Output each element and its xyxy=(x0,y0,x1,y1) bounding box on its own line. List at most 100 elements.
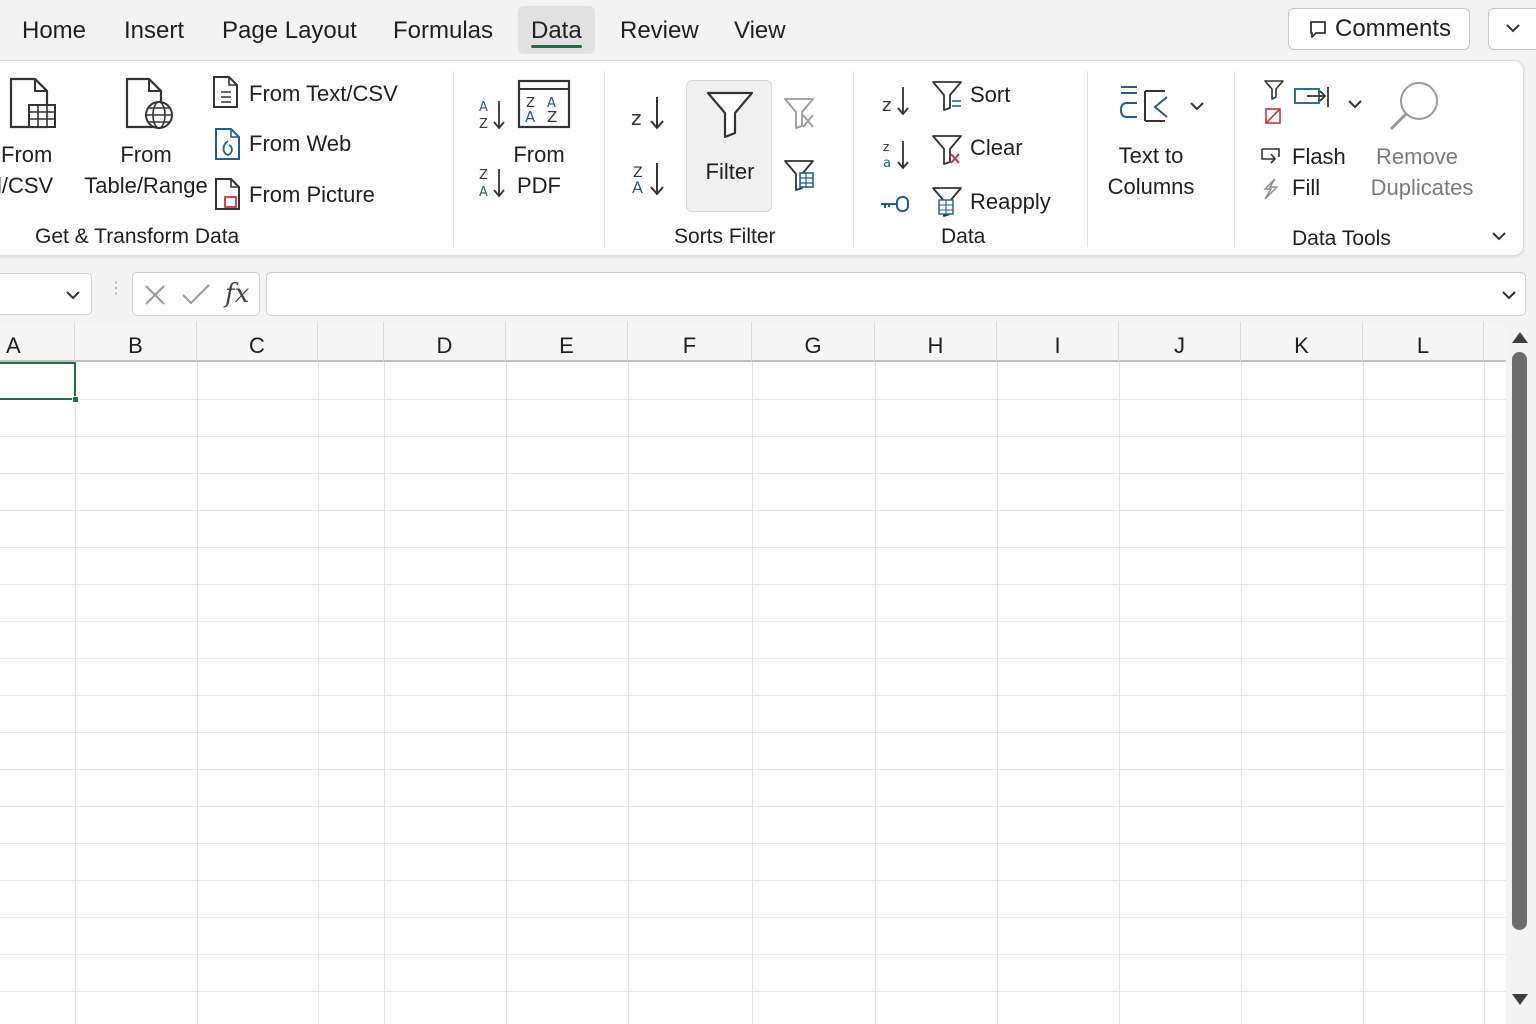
text-to-columns-dropdown[interactable] xyxy=(1189,99,1205,117)
from-csv-button[interactable] xyxy=(7,77,59,138)
column-header-i[interactable]: I xyxy=(997,322,1119,362)
flash-fill-label: Fill xyxy=(1292,175,1321,200)
clear-filter-small-button[interactable] xyxy=(783,95,817,136)
tab-formulas[interactable]: Formulas xyxy=(380,6,506,54)
reapply-button[interactable] xyxy=(931,185,965,224)
column-header-d[interactable]: D xyxy=(384,322,506,362)
cell-area[interactable] xyxy=(0,362,1506,1024)
formula-bar-resize-handle[interactable]: ⋮ xyxy=(108,281,124,297)
key-button[interactable] xyxy=(879,191,911,222)
sort-a-z-button[interactable]: Z A xyxy=(629,159,669,204)
column-gridline xyxy=(1484,362,1485,1024)
group-title-get-transform: Get & Transform Data xyxy=(35,225,240,248)
tab-label: Insert xyxy=(124,17,185,44)
name-box[interactable] xyxy=(0,273,92,315)
tab-data[interactable]: Data xyxy=(518,6,595,54)
comments-button[interactable]: Comments xyxy=(1288,8,1470,50)
tab-page-layout[interactable]: Page Layout xyxy=(209,6,370,54)
magnifier-icon xyxy=(1389,82,1438,131)
vertical-scrollbar[interactable] xyxy=(1506,322,1536,1024)
remove-duplicates-button[interactable] xyxy=(1387,79,1443,140)
column-gridline xyxy=(506,362,507,1024)
from-picture-button[interactable] xyxy=(213,177,243,216)
from-web-label: From Web xyxy=(249,131,352,156)
column-header-b[interactable]: B xyxy=(75,322,197,362)
sort-ascending-button[interactable]: A Z xyxy=(477,97,507,138)
clear-button[interactable] xyxy=(931,133,965,172)
insert-function-button[interactable]: fx xyxy=(225,279,249,309)
tab-insert[interactable]: Insert xyxy=(111,6,197,54)
row-gridline xyxy=(0,621,1506,622)
scrollbar-thumb[interactable] xyxy=(1512,352,1527,930)
formula-input[interactable] xyxy=(266,272,1526,316)
group-separator xyxy=(853,71,854,247)
scroll-down-arrow-icon[interactable] xyxy=(1512,994,1528,1005)
tab-review[interactable]: Review xyxy=(607,6,712,54)
from-web-button[interactable] xyxy=(213,127,243,166)
tab-view[interactable]: View xyxy=(721,6,799,54)
row-gridline xyxy=(0,510,1506,511)
column-header-g[interactable]: G xyxy=(752,322,875,362)
scroll-up-arrow-icon[interactable] xyxy=(1512,332,1528,343)
column-gridline xyxy=(1363,362,1364,1024)
row-gridline xyxy=(0,584,1506,585)
cancel-icon[interactable] xyxy=(143,283,167,307)
sort-asc-small-button[interactable]: z a xyxy=(881,137,911,178)
ribbon-panel: From l/CSV From Table/Range From Text/CS… xyxy=(0,60,1524,256)
filter-data-validation-button[interactable] xyxy=(1261,77,1287,132)
worksheet-grid: A B C D E F G H I J K L xyxy=(0,322,1506,1024)
row-gridline xyxy=(0,880,1506,881)
column-header-k[interactable]: K xyxy=(1241,322,1363,362)
advanced-filter-button[interactable] xyxy=(783,157,817,198)
column-gridline xyxy=(752,362,753,1024)
column-header-l[interactable]: L xyxy=(1363,322,1484,362)
sort-button[interactable] xyxy=(931,79,965,118)
consolidate-icon xyxy=(1294,87,1329,107)
comments-label: Comments xyxy=(1335,15,1452,42)
column-gridline xyxy=(1119,362,1120,1024)
column-header-j[interactable]: J xyxy=(1119,322,1241,362)
active-cell[interactable] xyxy=(0,362,76,400)
sort-z-a-icon: z xyxy=(631,97,664,130)
key-icon xyxy=(881,196,909,212)
csv-file-icon xyxy=(9,77,56,129)
sort-z-a-button[interactable]: z xyxy=(629,93,669,138)
svg-text:A: A xyxy=(479,185,488,200)
from-table-range-button[interactable] xyxy=(123,77,179,138)
column-gridline xyxy=(75,362,76,1024)
column-gridline xyxy=(1241,362,1242,1024)
collapse-ribbon-button[interactable] xyxy=(1491,229,1507,247)
column-header-blank[interactable] xyxy=(318,322,384,362)
sort-z-a-icon: z xyxy=(882,87,909,116)
formula-bar-buttons: fx xyxy=(132,272,260,316)
check-icon[interactable] xyxy=(181,283,211,307)
expand-formula-bar-icon[interactable] xyxy=(1501,289,1517,301)
column-header-h[interactable]: H xyxy=(875,322,997,362)
reapply-label: Reapply xyxy=(970,189,1051,214)
data-tools-dropdown[interactable] xyxy=(1347,97,1363,115)
consolidate-button[interactable] xyxy=(1293,83,1333,118)
column-header-f[interactable]: F xyxy=(628,322,752,362)
text-to-columns-button[interactable] xyxy=(1117,83,1173,132)
filter-button[interactable]: Filter xyxy=(686,80,772,212)
sort-desc-small-button[interactable]: z xyxy=(881,83,911,124)
from-text-csv-button[interactable] xyxy=(211,75,241,114)
flash-fill-label: Flash xyxy=(1292,144,1346,169)
ribbon-tab-bar: Home Insert Page Layout Formulas Data Re… xyxy=(0,0,1536,62)
tab-label: Home xyxy=(22,17,87,44)
ribbon-display-options-button[interactable] xyxy=(1488,8,1536,50)
column-header-e[interactable]: E xyxy=(506,322,628,362)
column-header-c[interactable]: C xyxy=(197,322,318,362)
tab-home[interactable]: Home xyxy=(9,6,99,54)
svg-text:Z: Z xyxy=(479,117,488,132)
data-validation-icon xyxy=(1264,80,1284,124)
from-table-label: From xyxy=(120,142,172,167)
column-header-a[interactable]: A xyxy=(0,322,75,362)
flash-fill-button[interactable] xyxy=(1259,145,1285,206)
svg-text:A: A xyxy=(525,108,536,126)
row-gridline xyxy=(0,436,1506,437)
fill-handle[interactable] xyxy=(72,396,79,403)
pdf-sort-icon: Z A A Z xyxy=(517,79,571,129)
from-pdf-button[interactable]: Z A A Z xyxy=(517,79,571,134)
group-title-data-tools: Data Tools xyxy=(1292,227,1391,250)
